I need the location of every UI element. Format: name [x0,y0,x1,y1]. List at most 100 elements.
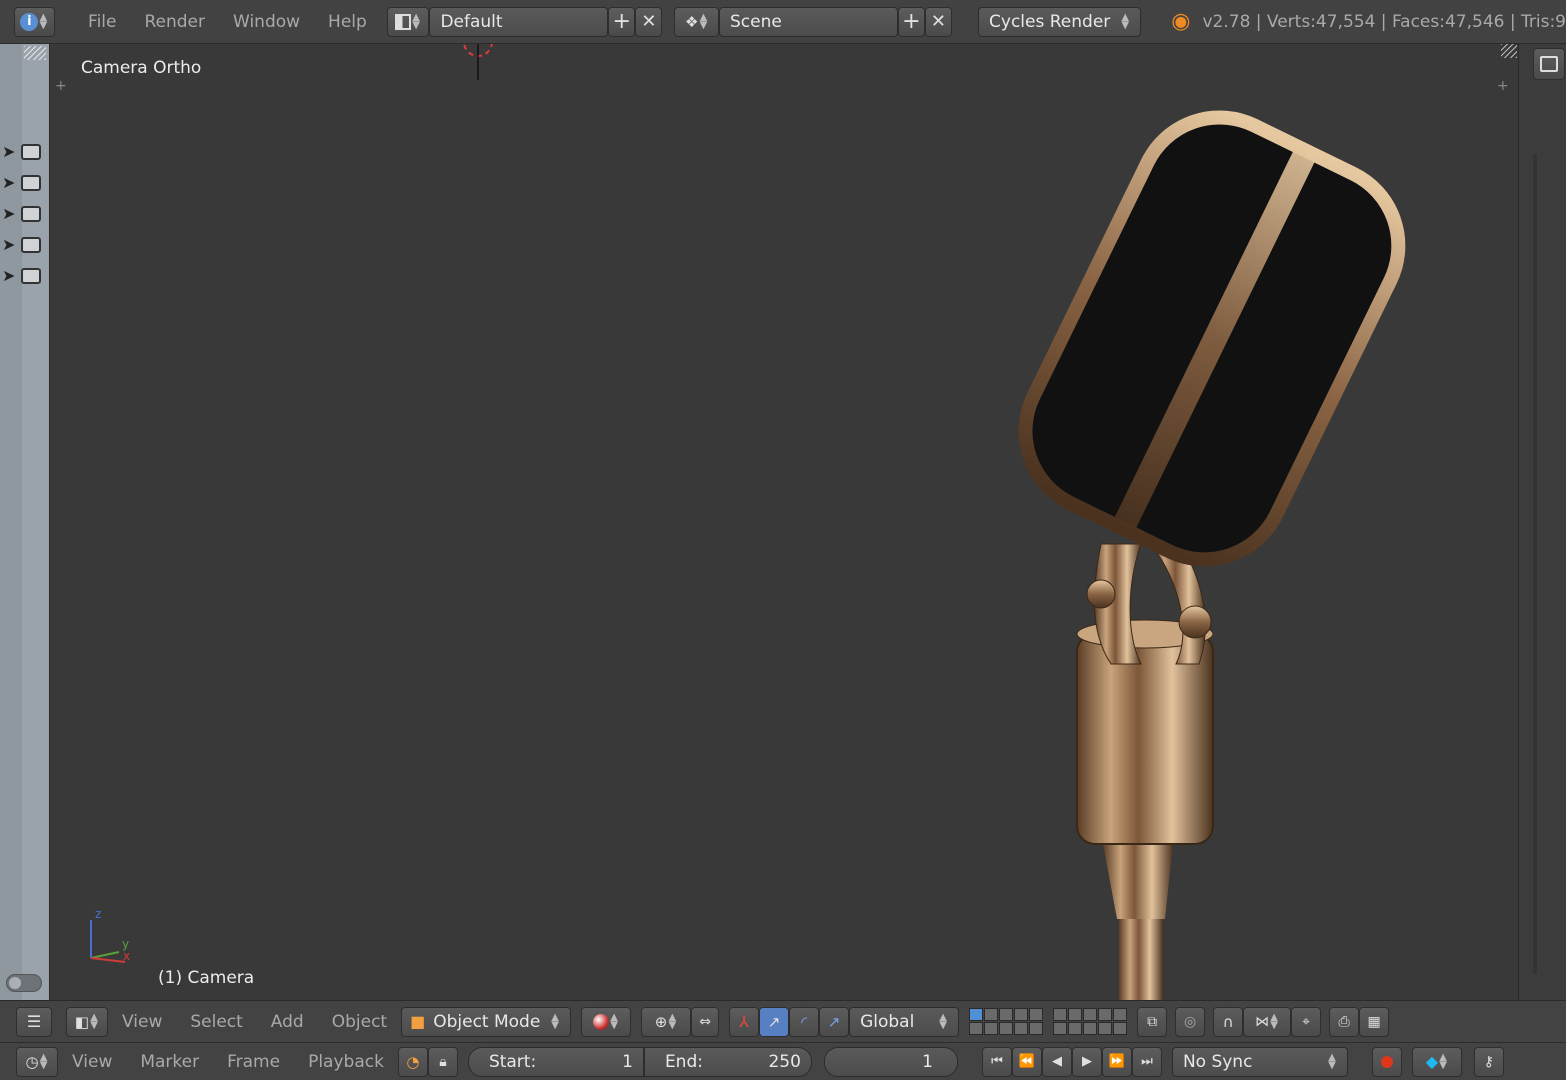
editor-type-timeline-button[interactable]: ◷ ▲ ▼ [16,1046,58,1077]
preview-range-button[interactable]: ◔ [397,1046,428,1077]
layer-buttons-group-1[interactable] [969,1008,1044,1035]
lock-camera-layers-button[interactable]: ⧉ [1137,1006,1168,1037]
editor-type-info-button[interactable]: i ▲ ▼ [14,6,55,37]
layer-button[interactable] [1113,1022,1128,1035]
camera-icon [21,236,42,253]
layer-button[interactable] [999,1008,1014,1021]
layer-button[interactable] [1053,1008,1068,1021]
camera-row[interactable]: ➤ [2,142,42,161]
jump-to-start-button[interactable]: ⏮ [981,1046,1012,1077]
jump-to-end-button[interactable]: ⏭ [1131,1046,1162,1077]
camera-row[interactable]: ➤ [2,266,42,285]
expand-tool-region-icon[interactable]: + [55,78,67,94]
menu-add[interactable]: Add [271,1012,304,1032]
layer-button[interactable] [1068,1008,1083,1021]
snap-element-select[interactable]: ⋈ ▲ ▼ [1243,1006,1292,1037]
viewport-shading-select[interactable]: ▲ ▼ [581,1006,632,1037]
menu-view[interactable]: View [72,1052,112,1072]
layer-button[interactable] [969,1022,984,1035]
camera-row[interactable]: ➤ [2,204,42,223]
menu-select[interactable]: Select [190,1012,242,1032]
transform-orientation-select[interactable]: Global ▲ ▼ [849,1006,960,1037]
properties-toggle-button[interactable] [1533,48,1565,80]
3d-cursor-icon[interactable] [445,44,511,82]
interaction-mode-select[interactable]: ■ Object Mode ▲ ▼ [401,1006,572,1037]
layer-button[interactable] [1053,1022,1068,1035]
layer-button[interactable] [1014,1022,1029,1035]
snap-target-button[interactable]: ⌖ [1291,1006,1322,1037]
menu-window[interactable]: Window [233,12,300,32]
auto-keying-button[interactable] [1371,1046,1402,1077]
expand-properties-region-icon[interactable]: + [1497,78,1509,94]
layer-button[interactable] [1029,1022,1044,1035]
keying-set-select[interactable]: ◆ ▲ ▼ [1411,1046,1462,1077]
layer-button[interactable] [1083,1008,1098,1021]
camera-row[interactable]: ➤ [2,235,42,254]
layer-button[interactable] [1014,1008,1029,1021]
render-engine-select[interactable]: Cycles Render ▲ ▼ [978,6,1142,37]
add-scene-button[interactable]: + [897,6,925,37]
opengl-render-button[interactable]: ⎙ [1329,1006,1360,1037]
screen-layout-field[interactable]: Default [429,6,609,37]
scale-manipulator-button[interactable]: ◜ [789,1006,820,1037]
menu-marker[interactable]: Marker [140,1052,199,1072]
layer-button[interactable] [984,1022,999,1035]
tool-shelf: ➤ ➤ ➤ ➤ ➤ [0,44,50,1000]
layout-grid-icon [395,13,412,30]
layer-button[interactable] [969,1008,984,1021]
play-reverse-button[interactable]: ◀ [1041,1046,1072,1077]
current-frame-field[interactable]: 1 [823,1046,958,1077]
manipulator-toggle-button[interactable]: ⇔ [691,1006,720,1037]
frame-end-field[interactable]: End: 250 [643,1046,812,1077]
camera-icon: ⎙ [1338,1013,1350,1030]
microphone-model[interactable] [951,74,1411,1000]
layer-button[interactable] [999,1022,1014,1035]
translate-manipulator-button[interactable]: ⅄ [729,1006,760,1037]
info-icon: i [20,12,39,31]
region-resize-handle[interactable] [24,46,46,60]
jump-keyframe-forward-button[interactable]: ⏩ [1101,1046,1132,1077]
insert-keyframe-button[interactable]: ⚷ [1473,1046,1504,1077]
sync-mode-select[interactable]: No Sync ▲ ▼ [1171,1046,1348,1077]
rotate-manipulator-button[interactable]: ↗ [759,1006,790,1037]
scrollbar[interactable] [1533,154,1537,974]
menu-help[interactable]: Help [328,12,367,32]
editor-type-3d-view-button[interactable]: ◧ ▲ ▼ [66,1006,108,1037]
menu-frame[interactable]: Frame [227,1052,280,1072]
snap-toggle-button[interactable]: ∩ [1213,1006,1244,1037]
layer-button[interactable] [984,1008,999,1021]
screen-layout-browse-button[interactable]: ▲ ▼ [386,6,430,37]
blender-logo-icon: ◉ [1171,9,1191,34]
scene-field[interactable]: Scene [719,6,898,37]
camera-row[interactable]: ➤ [2,173,42,192]
pivot-point-select[interactable]: ⊕ ▲ ▼ [641,1006,692,1037]
manipulator-extra-button[interactable]: ↗ [819,1006,850,1037]
menu-object[interactable]: Object [332,1012,387,1032]
menu-playback[interactable]: Playback [308,1052,384,1072]
layer-button[interactable] [1083,1022,1098,1035]
menu-view[interactable]: View [122,1012,162,1032]
layer-button[interactable] [1068,1022,1083,1035]
layer-button[interactable] [1098,1008,1113,1021]
3d-viewport[interactable]: Camera Ortho + + z y x (1) Camera [51,44,1517,1000]
menu-file[interactable]: File [88,12,116,32]
add-layout-button[interactable]: + [608,6,636,37]
play-button[interactable]: ▶ [1071,1046,1102,1077]
delete-scene-button[interactable]: ✕ [924,6,953,37]
layer-button[interactable] [1113,1008,1128,1021]
proportional-editing-button[interactable]: ◎ [1175,1006,1206,1037]
scene-browse-button[interactable]: ❖ ▲ ▼ [674,6,720,37]
layer-button[interactable] [1029,1008,1044,1021]
layer-button[interactable] [1098,1022,1113,1035]
lock-time-cursor-button[interactable]: 🔒︎ [427,1046,458,1077]
opengl-animation-button[interactable]: ▦ [1359,1006,1390,1037]
delete-layout-button[interactable]: ✕ [635,6,663,37]
menu-render[interactable]: Render [144,12,205,32]
svg-text:z: z [95,907,101,921]
region-resize-handle[interactable] [1501,44,1517,58]
frame-start-field[interactable]: Start: 1 [467,1046,644,1077]
outliner-editor-button[interactable]: ☰ [16,1006,52,1037]
toggle-switch[interactable] [6,974,42,992]
layer-buttons-group-2[interactable] [1053,1008,1128,1035]
jump-keyframe-back-button[interactable]: ⏪ [1011,1046,1042,1077]
